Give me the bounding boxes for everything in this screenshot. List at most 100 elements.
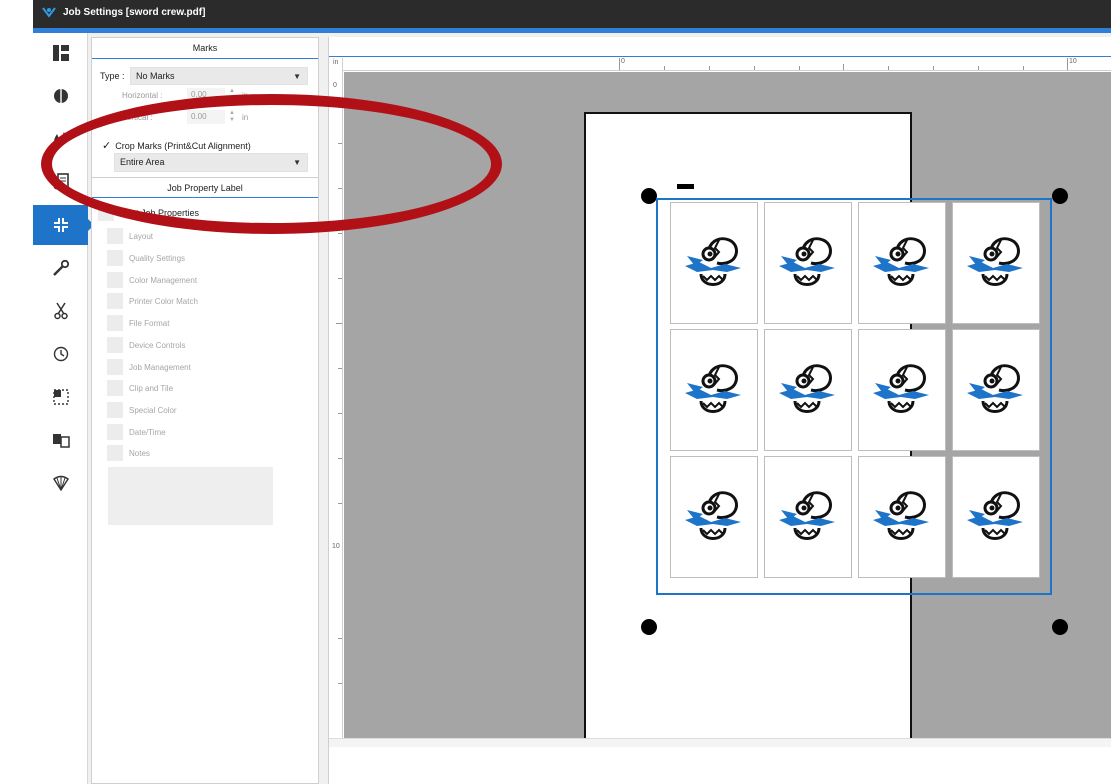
marks-header: Marks	[92, 38, 318, 59]
mascot-icon	[779, 491, 835, 540]
marks-icon[interactable]	[33, 205, 94, 245]
mascot-icon	[967, 237, 1023, 286]
job-prop-file-format[interactable]: File Format	[107, 315, 169, 331]
checkbox[interactable]	[107, 359, 123, 375]
mascot-icon	[967, 491, 1023, 540]
item-label: Date/Time	[129, 427, 166, 437]
vertical-spinner[interactable]: ▲ ▼	[229, 110, 235, 124]
chevron-down-icon: ▼	[293, 72, 301, 81]
ink-drops-icon[interactable]	[33, 119, 88, 159]
notes-textarea[interactable]	[108, 467, 273, 525]
registration-bar-mark	[677, 184, 694, 189]
artwork-tile	[670, 456, 758, 578]
checkbox[interactable]	[107, 293, 123, 309]
settings-category-bar	[33, 33, 94, 784]
crop-mark-bottom-left	[641, 619, 657, 635]
wrench-icon[interactable]	[33, 248, 88, 288]
checkbox[interactable]	[107, 337, 123, 353]
vertical-unit: in	[242, 113, 249, 122]
checkbox[interactable]	[107, 402, 123, 418]
window-title: Job Settings [sword crew.pdf]	[63, 7, 206, 18]
mascot-icon	[873, 491, 929, 540]
checkbox[interactable]	[107, 272, 123, 288]
ruler-label: 0	[621, 58, 625, 65]
type-label: Type :	[100, 71, 125, 81]
checkbox[interactable]	[98, 205, 114, 221]
checkbox[interactable]	[107, 424, 123, 440]
title-bar: Job Settings [sword crew.pdf]	[33, 0, 1111, 33]
scissors-icon[interactable]	[33, 291, 88, 331]
job-prop-date-time[interactable]: Date/Time	[107, 424, 166, 440]
artwork-tile	[858, 456, 946, 578]
horizontal-scrollbar[interactable]	[329, 738, 1111, 747]
horizontal-label: Horizontal :	[122, 91, 163, 100]
job-prop-device-controls[interactable]: Device Controls	[107, 337, 185, 353]
mascot-icon	[779, 364, 835, 413]
checkbox[interactable]	[107, 380, 123, 396]
mascot-icon	[873, 364, 929, 413]
job-prop-notes[interactable]: Notes	[107, 445, 150, 461]
quality-icon[interactable]	[33, 76, 88, 116]
horizontal-field[interactable]: 0.00	[187, 88, 225, 102]
artwork-tile	[670, 329, 758, 451]
horizontal-unit: in	[242, 91, 249, 100]
ruler-label: 0	[333, 82, 337, 89]
artwork-tile	[952, 329, 1040, 451]
job-prop-quality-settings[interactable]: Quality Settings	[107, 250, 185, 266]
job-prop-color-management[interactable]: Color Management	[107, 272, 197, 288]
crop-mark-top-right	[1052, 188, 1068, 204]
special-color-icon[interactable]	[33, 463, 88, 503]
item-label: Printer Color Match	[129, 296, 198, 306]
item-label: Device Controls	[129, 340, 186, 350]
item-label: Clip and Tile	[129, 383, 174, 393]
job-prop-clip-and-tile[interactable]: Clip and Tile	[107, 380, 173, 396]
job-prop-job-management[interactable]: Job Management	[107, 359, 191, 375]
panel-splitter[interactable]	[319, 37, 328, 784]
checkbox[interactable]	[107, 250, 123, 266]
clip-tile-icon[interactable]	[33, 377, 88, 417]
item-label: Color Management	[129, 275, 198, 285]
horizontal-spinner[interactable]: ▲ ▼	[229, 88, 235, 102]
artwork-tile	[670, 202, 758, 324]
item-label: Quality Settings	[129, 253, 186, 263]
mascot-icon	[685, 364, 741, 413]
printer-color-icon[interactable]	[33, 162, 88, 202]
job-prop-printer-color-match[interactable]: Printer Color Match	[107, 293, 198, 309]
vertical-ruler: in 0 10	[329, 58, 343, 738]
artwork-tile	[764, 202, 852, 324]
mascot-icon	[779, 237, 835, 286]
mascot-icon	[967, 364, 1023, 413]
checkbox[interactable]	[107, 315, 123, 331]
clock-icon[interactable]	[33, 334, 88, 374]
artwork-tile	[858, 202, 946, 324]
ruler-label: 10	[332, 543, 340, 550]
job-prop-layout[interactable]: Layout	[107, 228, 153, 244]
artwork-tile	[764, 456, 852, 578]
area-dropdown[interactable]: Entire Area ▼	[114, 153, 308, 172]
artwork-tile	[952, 456, 1040, 578]
checkbox[interactable]	[107, 445, 123, 461]
cut-frame	[656, 198, 1052, 595]
item-label: Job Management	[129, 362, 191, 372]
vertical-field[interactable]: 0.00	[187, 110, 225, 124]
ruler-label: 10	[1069, 58, 1077, 65]
mascot-icon	[685, 237, 741, 286]
title-accent-bar	[33, 28, 1111, 33]
checkbox[interactable]	[107, 228, 123, 244]
preview-toolbar	[329, 37, 1111, 57]
item-label: File Format	[129, 318, 170, 328]
type-value: No Marks	[136, 71, 175, 81]
ruler-unit: in	[333, 59, 339, 66]
preview-status-area	[329, 747, 1111, 784]
mascot-icon	[873, 237, 929, 286]
vertical-label: Vertical :	[122, 113, 153, 122]
mascot-icon	[685, 491, 741, 540]
rip-icon[interactable]	[33, 420, 88, 460]
job-prop-special-color[interactable]: Special Color	[107, 402, 177, 418]
artwork-tile	[952, 202, 1040, 324]
layout-icon[interactable]	[33, 33, 88, 73]
type-dropdown[interactable]: No Marks ▼	[130, 67, 308, 85]
preview-canvas[interactable]	[344, 72, 1111, 764]
crop-marks-checkbox[interactable]: ✓ Crop Marks (Print&Cut Alignment)	[102, 139, 251, 152]
job-prop-print-job-properties[interactable]: Print Job Properties	[98, 205, 199, 221]
